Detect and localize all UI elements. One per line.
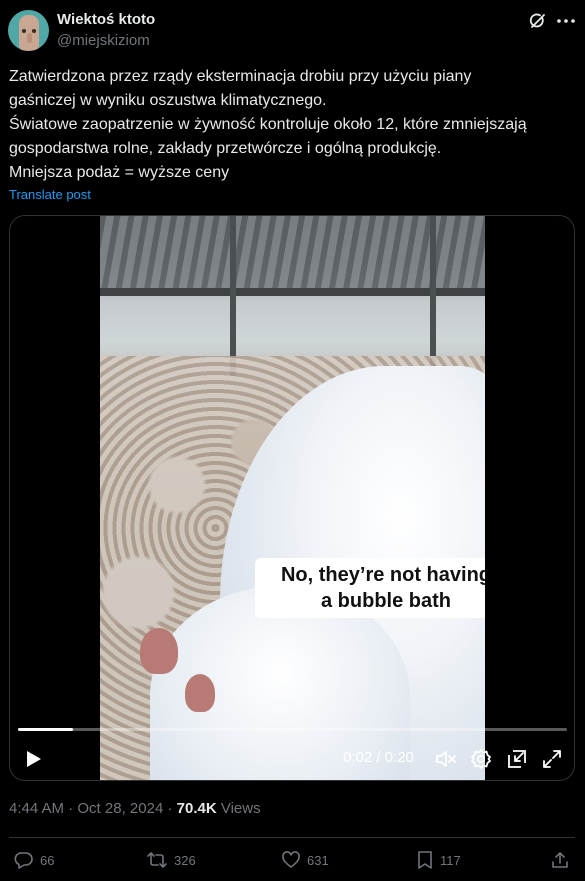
barn-roof (100, 216, 485, 296)
more-icon[interactable] (555, 11, 577, 31)
video-progress-fill (18, 728, 73, 731)
video-frame[interactable]: No, they’re not having a bubble bath (100, 216, 485, 780)
play-icon[interactable] (20, 746, 46, 772)
avatar-nose (27, 33, 32, 43)
avatar-face (19, 15, 39, 51)
views-label: Views (220, 800, 261, 817)
share-icon (550, 850, 570, 870)
meta-separator: · (64, 800, 78, 817)
views-count: 70.4K (176, 800, 217, 817)
author-name[interactable]: Wiektoś ktoto (57, 11, 155, 28)
avatar[interactable] (8, 10, 49, 51)
mute-icon[interactable] (433, 746, 459, 772)
caption-line: No, they’re not having (280, 564, 485, 586)
video-time: 0:02 / 0:20 (343, 749, 414, 766)
bookmark-icon (416, 850, 434, 870)
post-text-line: Zatwierdzona przez rządy eksterminacja d… (9, 68, 472, 85)
avatar-eye (22, 29, 26, 33)
reply-button[interactable]: 66 (14, 848, 54, 872)
post-date[interactable]: Oct 28, 2024 (77, 800, 163, 817)
turkey-head (185, 674, 215, 712)
barn-post (430, 216, 436, 376)
repost-button[interactable]: 326 (146, 848, 196, 872)
barn-post (230, 216, 236, 376)
post-meta: 4:44 AM · Oct 28, 2024 · 70.4K Views (9, 800, 261, 817)
like-count: 631 (307, 852, 329, 868)
repost-icon (146, 850, 168, 870)
grok-icon[interactable] (529, 12, 547, 30)
share-button[interactable] (550, 848, 570, 872)
post-time[interactable]: 4:44 AM (9, 800, 64, 817)
fullscreen-icon[interactable] (539, 746, 565, 772)
divider (9, 837, 575, 838)
meta-separator: · (163, 800, 177, 817)
video-progress-bar[interactable] (18, 728, 567, 731)
reply-count: 66 (40, 852, 55, 868)
bookmark-count: 117 (440, 852, 461, 868)
author-handle[interactable]: @miejskiziom (57, 32, 150, 49)
repost-count: 326 (174, 852, 196, 868)
turkey-head (140, 628, 178, 674)
video-caption: No, they’re not having a bubble bath (255, 558, 485, 618)
post-text-line: Mniejsza podaż = wyższe ceny (9, 164, 230, 181)
avatar-eye (32, 29, 36, 33)
post-header: Wiektoś ktoto @miejskiziom (8, 8, 577, 54)
barn-beam (100, 288, 485, 296)
post-text-line: gaśniczej w wyniku oszustwa klimatyczneg… (9, 92, 327, 109)
settings-icon[interactable] (468, 746, 494, 772)
like-button[interactable]: 631 (281, 848, 329, 872)
bookmark-button[interactable]: 117 (416, 848, 461, 872)
translate-post-link[interactable]: Translate post (9, 187, 91, 202)
post-text-line: gospodarstwa rolne, zakłady przetwórcze … (9, 140, 442, 157)
pip-icon[interactable] (504, 746, 530, 772)
post-text-line: Światowe zaopatrzenie w żywność kontrolu… (9, 116, 527, 133)
post-text: Zatwierdzona przez rządy eksterminacja d… (9, 65, 577, 185)
caption-line: a bubble bath (321, 590, 451, 612)
like-icon (281, 850, 301, 870)
video-player[interactable]: No, they’re not having a bubble bath 0:0… (9, 215, 575, 781)
reply-icon (14, 850, 34, 870)
